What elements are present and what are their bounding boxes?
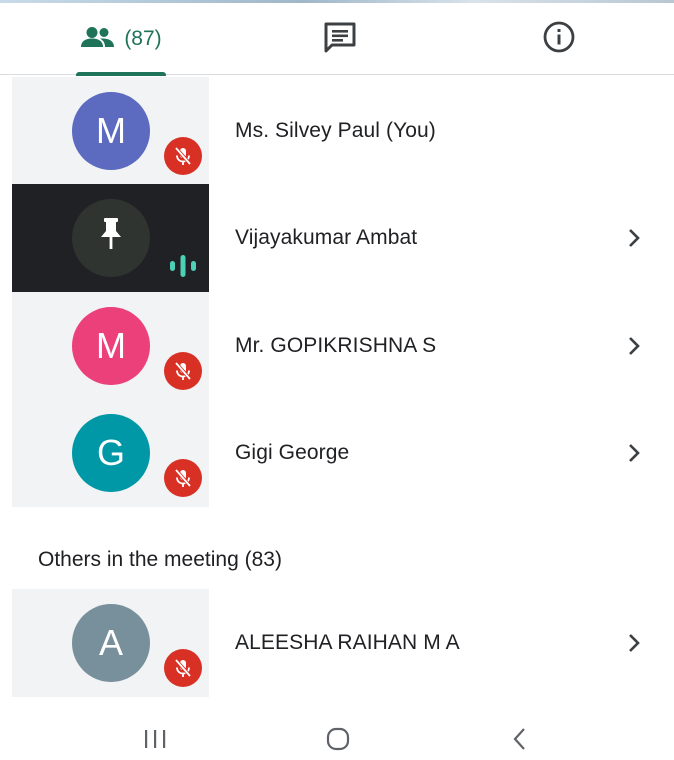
- tab-chat[interactable]: [230, 3, 450, 75]
- participant-tile: [12, 184, 209, 292]
- participant-row[interactable]: Vijayakumar Ambat: [12, 184, 662, 292]
- system-nav-bar: [0, 718, 674, 760]
- people-count: (87): [124, 27, 162, 50]
- pin-icon: [96, 216, 126, 261]
- avatar: [72, 199, 150, 277]
- participant-name: Vijayakumar Ambat: [235, 226, 418, 249]
- participant-name: Mr. GOPIKRISHNA S: [235, 334, 437, 357]
- participant-name: ALEESHA RAIHAN M A: [235, 631, 460, 654]
- info-icon: [542, 20, 576, 59]
- participant-row[interactable]: G Gigi George: [12, 399, 662, 507]
- avatar: G: [72, 414, 150, 492]
- participant-row[interactable]: M Ms. Silvey Paul (You): [12, 77, 662, 185]
- participant-row[interactable]: A ALEESHA RAIHAN M A: [12, 589, 662, 697]
- participant-tile: M: [12, 77, 209, 185]
- back-icon[interactable]: [500, 724, 540, 754]
- tab-bar: (87): [0, 3, 674, 76]
- avatar: M: [72, 307, 150, 385]
- participant-row[interactable]: M Mr. GOPIKRISHNA S: [12, 292, 662, 400]
- tab-info[interactable]: [450, 3, 668, 75]
- mic-off-icon: [164, 649, 202, 687]
- participant-tile: M: [12, 292, 209, 400]
- others-heading: Others in the meeting (83): [38, 548, 282, 571]
- participant-name: Ms. Silvey Paul (You): [235, 119, 436, 142]
- tab-people[interactable]: (87): [12, 3, 230, 75]
- chat-icon: [323, 21, 357, 58]
- audio-level-icon: [168, 251, 198, 281]
- participant-tile: A: [12, 589, 209, 697]
- recent-apps-icon[interactable]: [135, 724, 175, 754]
- chevron-right-icon[interactable]: [622, 439, 646, 467]
- mic-off-icon: [164, 459, 202, 497]
- chevron-right-icon[interactable]: [622, 332, 646, 360]
- participant-name: Gigi George: [235, 441, 350, 464]
- participant-tile: G: [12, 399, 209, 507]
- mic-off-icon: [164, 352, 202, 390]
- chevron-right-icon[interactable]: [622, 224, 646, 252]
- avatar: M: [72, 92, 150, 170]
- avatar: A: [72, 604, 150, 682]
- mic-off-icon: [164, 137, 202, 175]
- people-icon: [80, 26, 116, 53]
- home-icon[interactable]: [318, 724, 358, 754]
- chevron-right-icon[interactable]: [622, 629, 646, 657]
- tab-indicator: [76, 72, 166, 76]
